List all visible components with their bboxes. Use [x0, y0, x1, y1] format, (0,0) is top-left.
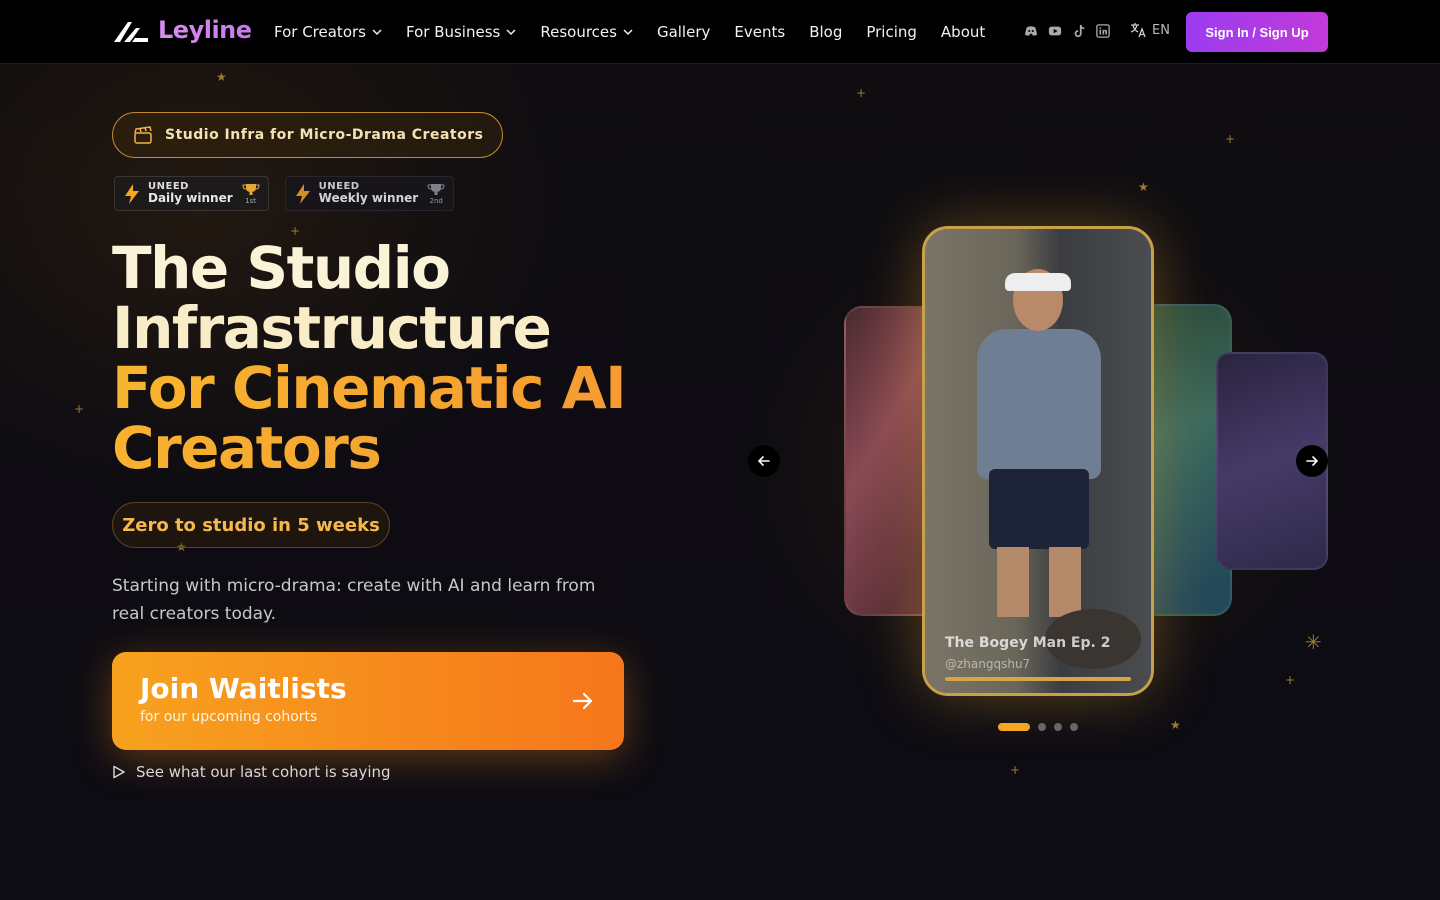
translate-icon: [1130, 23, 1146, 38]
headline-highlight: Creators: [112, 418, 625, 478]
video-creator-handle: @zhangqshu7: [945, 657, 1031, 671]
sign-in-button[interactable]: Sign In / Sign Up: [1186, 12, 1328, 52]
sparkle-icon: +: [856, 86, 867, 100]
sparkle-icon: +: [74, 402, 85, 416]
language-switcher[interactable]: EN: [1129, 21, 1170, 39]
headline-line: Infrastructure: [112, 294, 552, 362]
menu-pricing[interactable]: Pricing: [866, 23, 917, 41]
language-label: EN: [1152, 22, 1170, 38]
sparkle-icon: +: [1285, 673, 1296, 687]
top-navbar: Leyline For Creators For Business Resour…: [0, 0, 1440, 64]
watch-link-label: See what our last cohort is saying: [136, 763, 391, 781]
thumbnail-figure: [1005, 273, 1071, 291]
hero-headline: The Studio Infrastructure For Cinematic …: [112, 234, 627, 478]
award-label: Daily winner: [148, 191, 233, 206]
lightning-icon: [125, 183, 139, 204]
thumbnail-figure: [989, 469, 1089, 549]
arrow-right-icon: [572, 692, 593, 710]
sparkle-icon: ★: [1170, 718, 1181, 732]
sparkle-icon: +: [1225, 132, 1236, 146]
menu-events[interactable]: Events: [734, 23, 785, 41]
timeline-pill: Zero to studio in 5 weeks: [112, 502, 390, 548]
menu-gallery[interactable]: Gallery: [657, 23, 710, 41]
chevron-down-icon: [372, 29, 382, 36]
brand-name: Leyline: [158, 16, 252, 44]
menu-label: Blog: [809, 23, 843, 41]
discord-icon[interactable]: [1024, 24, 1038, 38]
award-label: Weekly winner: [318, 191, 419, 206]
carousel-next-button[interactable]: [1296, 445, 1328, 477]
menu-label: Events: [734, 23, 786, 41]
award-rank: 1st: [245, 196, 257, 205]
menu-label: For Business: [405, 23, 501, 41]
clapperboard-icon: [134, 126, 152, 144]
carousel-dot[interactable]: [1070, 723, 1078, 731]
video-progress-bar: [945, 677, 1131, 681]
award-weekly-winner[interactable]: UNEED Weekly winner 2nd: [284, 176, 455, 211]
badge-label: Studio Infra for Micro-Drama Creators: [165, 127, 484, 143]
cta-title: Join Waitlists: [140, 672, 347, 705]
main-menu: For Creators For Business Resources Gall…: [274, 0, 985, 64]
award-badges: UNEED Daily winner 1st UNEED Weekly winn…: [114, 176, 455, 211]
menu-label: Gallery: [656, 23, 711, 41]
chevron-down-icon: [506, 29, 516, 36]
award-rank: 2nd: [429, 196, 443, 205]
menu-about[interactable]: About: [941, 23, 985, 41]
join-waitlist-button[interactable]: Join Waitlists for our upcoming cohorts: [112, 652, 624, 750]
menu-resources[interactable]: Resources: [540, 23, 633, 41]
cohort-testimonial-link[interactable]: See what our last cohort is saying: [112, 763, 391, 781]
sparkle-icon: ✳: [1305, 630, 1322, 654]
sparkle-icon: ★: [1138, 180, 1149, 194]
carousel-pagination: [998, 723, 1078, 731]
social-links: [1024, 24, 1110, 38]
headline-highlight: For Cinematic AI: [112, 354, 627, 422]
arrow-right-icon: [1306, 456, 1319, 466]
carousel-dot[interactable]: [1054, 723, 1062, 731]
carousel-dot[interactable]: [1038, 723, 1046, 731]
video-title: The Bogey Man Ep. 2: [945, 635, 1111, 651]
menu-for-creators[interactable]: For Creators: [274, 23, 382, 41]
leyline-logo-icon: [114, 22, 148, 42]
headline-line: The Studio: [112, 234, 451, 302]
award-daily-winner[interactable]: UNEED Daily winner 1st: [114, 176, 269, 211]
cta-subtitle: for our upcoming cohorts: [140, 709, 318, 725]
sparkle-icon: +: [1010, 763, 1021, 777]
lightning-icon: [295, 183, 310, 204]
carousel-prev-button[interactable]: [748, 445, 780, 477]
play-icon: [113, 765, 125, 779]
menu-label: About: [940, 23, 986, 41]
tiktok-icon[interactable]: [1072, 24, 1086, 38]
sparkle-icon: ★: [216, 70, 227, 84]
brand-logo[interactable]: Leyline: [112, 16, 252, 44]
menu-label: Pricing: [866, 23, 917, 41]
trophy-icon: [242, 183, 260, 195]
menu-for-business[interactable]: For Business: [406, 23, 516, 41]
thumbnail-figure: [997, 547, 1081, 617]
thumbnail-figure: [977, 329, 1101, 479]
hero-badge: Studio Infra for Micro-Drama Creators: [112, 112, 503, 158]
menu-label: Resources: [540, 23, 617, 41]
carousel-slide-active[interactable]: The Bogey Man Ep. 2 @zhangqshu7: [922, 226, 1154, 696]
menu-label: For Creators: [274, 23, 366, 41]
hero-subtitle: Starting with micro-drama: create with A…: [112, 576, 596, 624]
menu-blog[interactable]: Blog: [809, 23, 842, 41]
arrow-left-icon: [757, 456, 770, 466]
trophy-icon: [427, 183, 445, 195]
carousel-dot[interactable]: [998, 723, 1030, 731]
youtube-icon[interactable]: [1048, 24, 1062, 38]
chevron-down-icon: [623, 29, 633, 36]
linkedin-icon[interactable]: [1096, 24, 1110, 38]
